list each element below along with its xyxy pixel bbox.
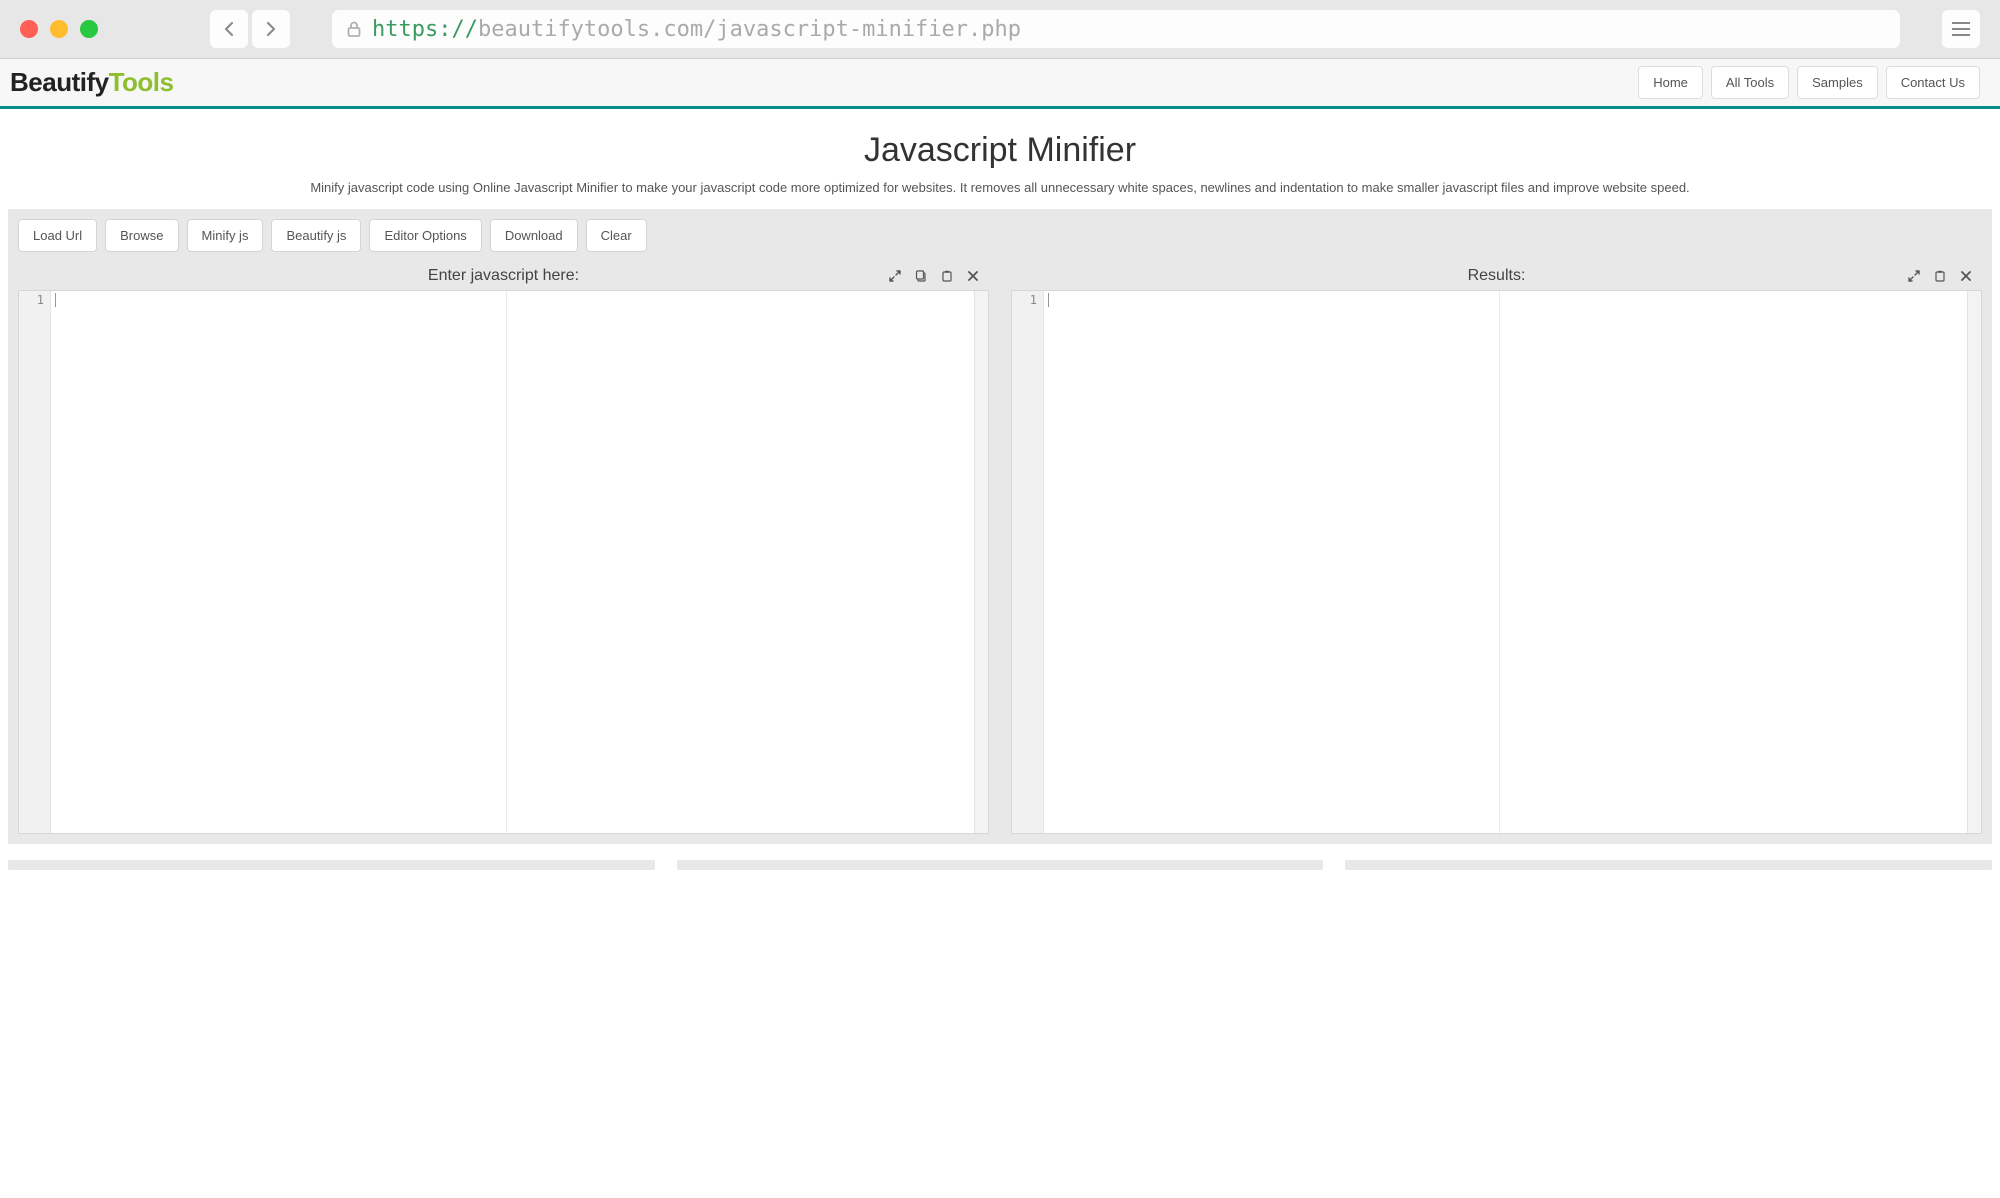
window-controls xyxy=(20,20,98,38)
input-panel-label: Enter javascript here: xyxy=(18,267,989,285)
page-description: Minify javascript code using Online Java… xyxy=(20,180,1980,195)
ad-placeholder xyxy=(8,860,655,870)
paste-icon[interactable] xyxy=(1928,265,1952,287)
url-text: https://beautifytools.com/javascript-min… xyxy=(372,17,1021,42)
scrollbar[interactable] xyxy=(1967,291,1981,833)
browse-button[interactable]: Browse xyxy=(105,219,178,252)
output-panel-icons xyxy=(1902,265,1978,287)
ad-placeholder xyxy=(677,860,1324,870)
line-number: 1 xyxy=(19,293,44,307)
output-gutter: 1 xyxy=(1012,291,1044,833)
output-panel: Results: 1 xyxy=(1011,262,1982,834)
beautify-js-button[interactable]: Beautify js xyxy=(271,219,361,252)
line-number: 1 xyxy=(1012,293,1037,307)
download-button[interactable]: Download xyxy=(490,219,578,252)
print-margin xyxy=(506,291,507,833)
nav-samples[interactable]: Samples xyxy=(1797,66,1878,99)
scrollbar[interactable] xyxy=(974,291,988,833)
copy-icon[interactable] xyxy=(909,265,933,287)
editor-panels: Enter javascript here: xyxy=(18,262,1982,834)
close-icon[interactable] xyxy=(961,265,985,287)
forward-button[interactable] xyxy=(252,10,290,48)
input-panel-icons xyxy=(883,265,985,287)
cursor xyxy=(55,293,56,307)
maximize-window-button[interactable] xyxy=(80,20,98,38)
menu-button[interactable] xyxy=(1942,10,1980,48)
url-bar[interactable]: https://beautifytools.com/javascript-min… xyxy=(332,10,1900,48)
toolbar: Load Url Browse Minify js Beautify js Ed… xyxy=(18,219,1982,252)
clear-button[interactable]: Clear xyxy=(586,219,647,252)
site-nav: Home All Tools Samples Contact Us xyxy=(1638,66,1990,99)
input-panel: Enter javascript here: xyxy=(18,262,989,834)
minimize-window-button[interactable] xyxy=(50,20,68,38)
site-header: BeautifyTools Home All Tools Samples Con… xyxy=(0,59,2000,109)
expand-icon[interactable] xyxy=(1902,265,1926,287)
print-margin xyxy=(1499,291,1500,833)
paste-icon[interactable] xyxy=(935,265,959,287)
close-icon[interactable] xyxy=(1954,265,1978,287)
browser-chrome: https://beautifytools.com/javascript-min… xyxy=(0,0,2000,59)
input-gutter: 1 xyxy=(19,291,51,833)
minify-js-button[interactable]: Minify js xyxy=(187,219,264,252)
input-editor[interactable]: 1 xyxy=(18,290,989,834)
nav-buttons xyxy=(210,10,290,48)
editor-options-button[interactable]: Editor Options xyxy=(369,219,481,252)
input-editor-body[interactable] xyxy=(51,291,974,833)
output-editor-body[interactable] xyxy=(1044,291,1967,833)
tool-area: Load Url Browse Minify js Beautify js Ed… xyxy=(8,209,1992,844)
load-url-button[interactable]: Load Url xyxy=(18,219,97,252)
site-logo[interactable]: BeautifyTools xyxy=(10,67,173,98)
output-editor[interactable]: 1 xyxy=(1011,290,1982,834)
close-window-button[interactable] xyxy=(20,20,38,38)
nav-contact-us[interactable]: Contact Us xyxy=(1886,66,1980,99)
nav-all-tools[interactable]: All Tools xyxy=(1711,66,1789,99)
hamburger-icon xyxy=(1952,22,1970,36)
lock-icon xyxy=(346,20,362,38)
expand-icon[interactable] xyxy=(883,265,907,287)
cursor xyxy=(1048,293,1049,307)
nav-home[interactable]: Home xyxy=(1638,66,1703,99)
page-title: Javascript Minifier xyxy=(20,131,1980,170)
ad-placeholder xyxy=(1345,860,1992,870)
title-section: Javascript Minifier Minify javascript co… xyxy=(0,109,2000,209)
back-button[interactable] xyxy=(210,10,248,48)
output-panel-label: Results: xyxy=(1011,267,1982,285)
bottom-ad-strips xyxy=(0,844,2000,870)
